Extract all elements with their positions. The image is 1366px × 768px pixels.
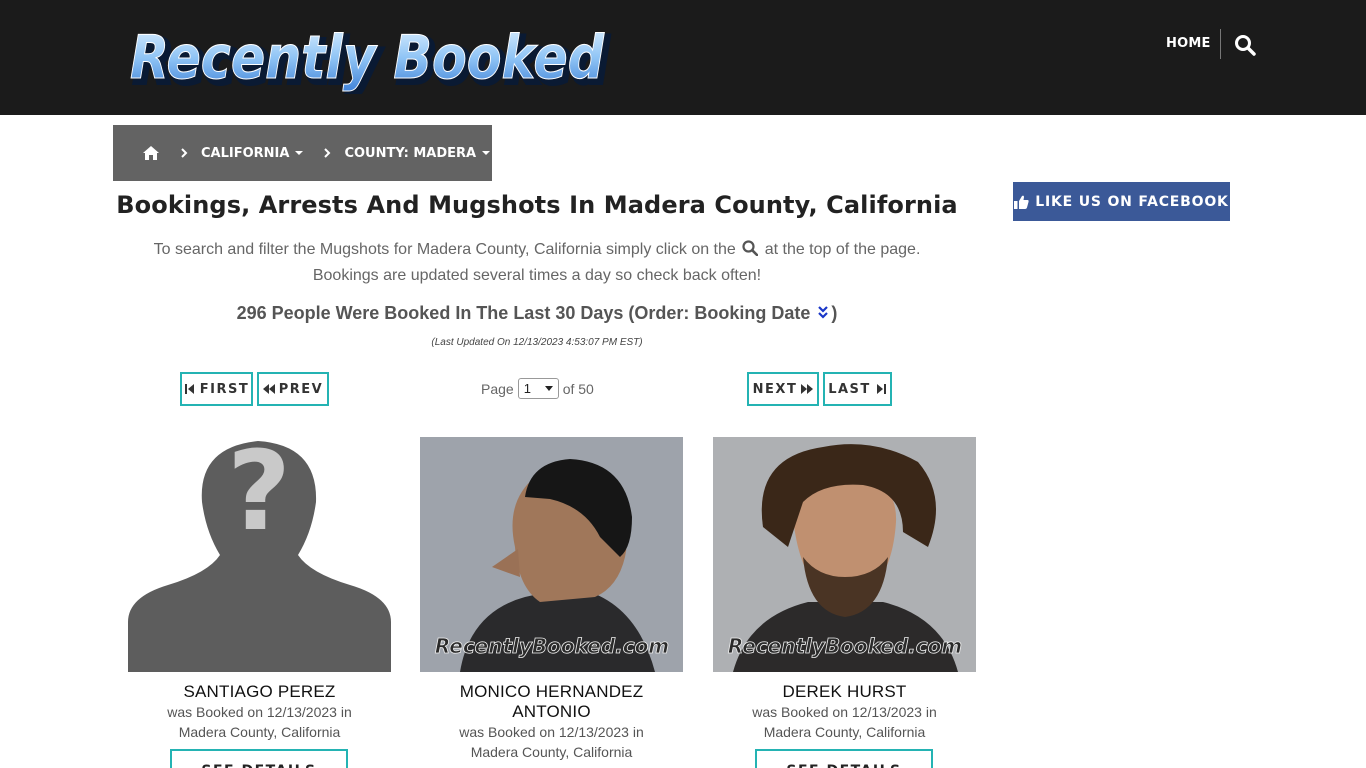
- backward-icon: [262, 384, 275, 394]
- booking-count-close: ): [831, 303, 838, 323]
- logo-wordmark: Recently Booked Recently Booked: [130, 23, 612, 95]
- booking-date: was Booked on 12/13/2023 in: [459, 724, 644, 740]
- breadcrumb-state-label: CALIFORNIA: [201, 145, 290, 161]
- prev-page-label: PREV: [278, 381, 324, 397]
- page-select[interactable]: 1: [517, 378, 559, 399]
- last-updated: (Last Updated On 12/13/2023 4:53:07 PM E…: [431, 337, 643, 348]
- forward-icon: [801, 384, 814, 394]
- first-page-button[interactable]: FIRST: [180, 372, 253, 406]
- page-select-value: 1: [523, 381, 531, 396]
- search-icon: [742, 239, 759, 257]
- breadcrumb-county[interactable]: COUNTY: MADERA: [344, 145, 491, 161]
- booking-count-text: 296 People Were Booked In The Last 30 Da…: [236, 303, 811, 323]
- page-title: Bookings, Arrests And Mugshots In Madera…: [116, 191, 958, 219]
- breadcrumb-county-label: COUNTY: MADERA: [344, 145, 477, 161]
- booking-location: Madera County, California: [763, 724, 926, 740]
- prev-page-button[interactable]: PREV: [257, 372, 329, 406]
- breadcrumb: CALIFORNIA COUNTY: MADERA: [113, 125, 492, 181]
- site-logo[interactable]: Recently Booked Recently Booked: [128, 18, 614, 95]
- thumbs-up-icon: [1014, 195, 1029, 209]
- step-forward-icon: [876, 384, 886, 394]
- nav-divider: [1220, 29, 1221, 59]
- silhouette-placeholder-image: ?: [128, 437, 391, 672]
- booking-name[interactable]: SANTIAGO PEREZ: [128, 682, 391, 702]
- mugshot-photo[interactable]: RecentlyBooked.com: [713, 437, 976, 672]
- mugshot-placeholder[interactable]: ?: [128, 437, 391, 672]
- watermark-text: RecentlyBooked.com: [435, 634, 669, 658]
- booking-name[interactable]: DEREK HURST: [713, 682, 976, 702]
- logo-text: Recently Booked: [130, 23, 605, 93]
- search-icon[interactable]: [1234, 34, 1256, 56]
- caret-down-icon: [295, 151, 304, 155]
- chevron-down-icon: [544, 386, 553, 391]
- mugshot-image: RecentlyBooked.com: [713, 437, 976, 672]
- last-page-label: LAST: [828, 381, 871, 397]
- facebook-like-button[interactable]: LIKE US ON FACEBOOK: [1013, 182, 1230, 221]
- intro-text: To search and filter the Mugshots for Ma…: [113, 237, 961, 289]
- booking-location: Madera County, California: [178, 724, 341, 740]
- last-page-button[interactable]: LAST: [823, 372, 892, 406]
- chevron-right-icon: [181, 148, 188, 158]
- home-icon[interactable]: [142, 145, 160, 161]
- chevron-right-icon: [324, 148, 331, 158]
- first-page-label: FIRST: [199, 381, 250, 397]
- booking-name-line2: ANTONIO: [512, 702, 591, 721]
- facebook-like-label: LIKE US ON FACEBOOK: [1035, 193, 1229, 210]
- next-page-label: NEXT: [752, 381, 798, 397]
- watermark-text: RecentlyBooked.com: [728, 634, 962, 658]
- mugshot-image: RecentlyBooked.com: [420, 437, 683, 672]
- booking-date: was Booked on 12/13/2023 in: [752, 704, 937, 720]
- next-page-button[interactable]: NEXT: [747, 372, 819, 406]
- booking-date: was Booked on 12/13/2023 in: [167, 704, 352, 720]
- caret-down-icon: [482, 151, 491, 155]
- see-details-button[interactable]: SEE DETAILS: [755, 749, 933, 768]
- page-indicator: Page 1 of 50: [481, 378, 594, 399]
- mugshot-photo[interactable]: RecentlyBooked.com: [420, 437, 683, 672]
- svg-text:?: ?: [227, 437, 291, 555]
- step-backward-icon: [184, 384, 194, 394]
- page-label: Page: [481, 380, 514, 397]
- intro-text-part2: at the top of the page.: [764, 241, 921, 258]
- booking-name[interactable]: MONICO HERNANDEZ ANTONIO: [420, 682, 683, 722]
- booking-name-line1: MONICO HERNANDEZ: [459, 682, 644, 701]
- page-total-label: of 50: [562, 380, 594, 397]
- intro-text-line2: Bookings are updated several times a day…: [312, 267, 762, 284]
- nav-home-link[interactable]: HOME: [1166, 36, 1211, 51]
- booking-count: 296 People Were Booked In The Last 30 Da…: [113, 303, 961, 324]
- see-details-button[interactable]: SEE DETAILS: [170, 749, 348, 768]
- booking-location: Madera County, California: [470, 744, 633, 760]
- intro-text-part1: To search and filter the Mugshots for Ma…: [153, 241, 736, 258]
- breadcrumb-state[interactable]: CALIFORNIA: [201, 145, 304, 161]
- top-header: Recently Booked Recently Booked HOME: [0, 0, 1366, 115]
- sort-order-icon[interactable]: [817, 305, 829, 321]
